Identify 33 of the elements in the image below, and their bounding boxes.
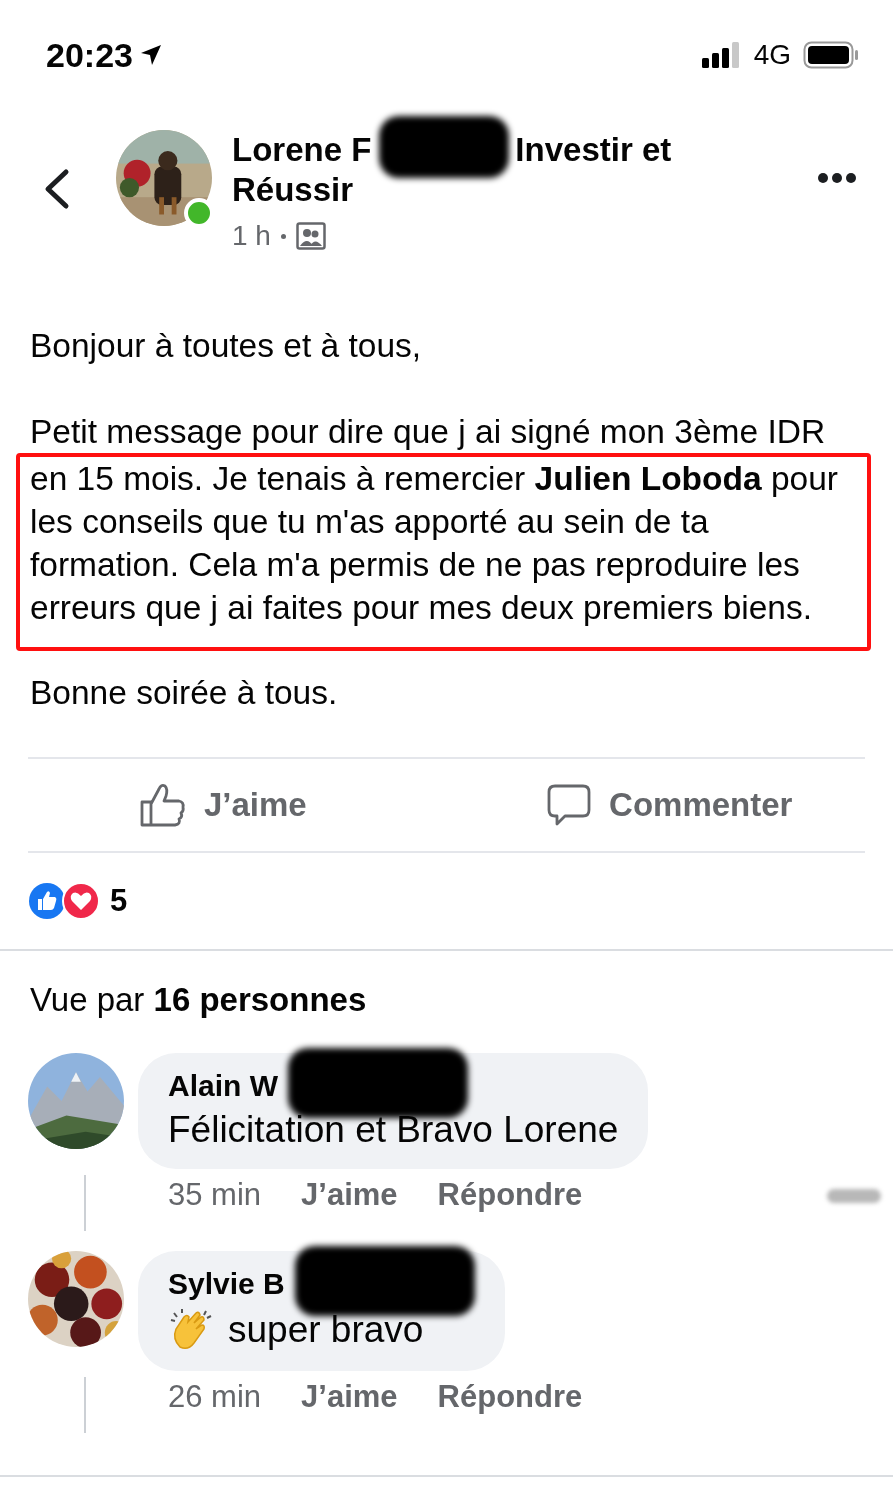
reply-link[interactable]: Répondre bbox=[437, 1177, 583, 1231]
group-name[interactable]: Réussir bbox=[232, 171, 354, 208]
seen-by-text: Vue par 16 personnes bbox=[29, 980, 368, 1020]
post-text: Petit message pour dire que j ai signé mon 3ème IDR bbox=[30, 412, 827, 452]
group-name[interactable]: Investir et bbox=[515, 131, 672, 168]
speech-bubble-icon bbox=[547, 783, 592, 827]
comment-button[interactable]: Commenter bbox=[446, 759, 893, 851]
like-reaction-icon bbox=[28, 882, 66, 920]
post-text: Bonne soirée à tous. bbox=[30, 673, 339, 713]
reaction-count[interactable]: 5 bbox=[110, 883, 128, 919]
commenter-name[interactable]: Alain W bbox=[168, 1069, 278, 1102]
author-name[interactable]: Lorene F bbox=[232, 131, 372, 168]
reply-link[interactable]: Répondre bbox=[437, 1379, 583, 1433]
post-text: en 15 mois. Je tenais à remercier Julien Loboda pour les conseils que tu m'as apporté au sein de ta formation. Cela m'a permis de ne pas reproduire les erreurs que j ai faites pour mes deux premiers biens. bbox=[16, 453, 871, 651]
comment-time: 26 min bbox=[168, 1379, 262, 1416]
more-options-icon[interactable] bbox=[817, 172, 857, 184]
battery-icon bbox=[803, 41, 859, 69]
group-icon bbox=[295, 222, 326, 250]
like-button[interactable]: J’aime bbox=[0, 759, 447, 851]
thumbs-up-icon bbox=[139, 783, 186, 827]
post-text: Bonjour à toutes et à tous, bbox=[30, 326, 423, 366]
like-link[interactable]: J’aime bbox=[301, 1379, 398, 1433]
comment-text: Félicitation et Bravo Lorene bbox=[168, 1109, 619, 1151]
signal-icon bbox=[701, 42, 742, 68]
comment-time: 35 min bbox=[168, 1177, 262, 1214]
comment-text: super bravo bbox=[228, 1309, 424, 1351]
commenter-name[interactable]: Sylvie B bbox=[168, 1267, 285, 1300]
like-link[interactable]: J’aime bbox=[301, 1177, 398, 1231]
love-reaction-icon bbox=[62, 882, 100, 920]
post-time: 1 h bbox=[232, 220, 271, 252]
clock-time: 20:23 bbox=[46, 35, 133, 75]
separator-dot bbox=[280, 233, 286, 239]
network-type: 4G bbox=[753, 39, 791, 71]
